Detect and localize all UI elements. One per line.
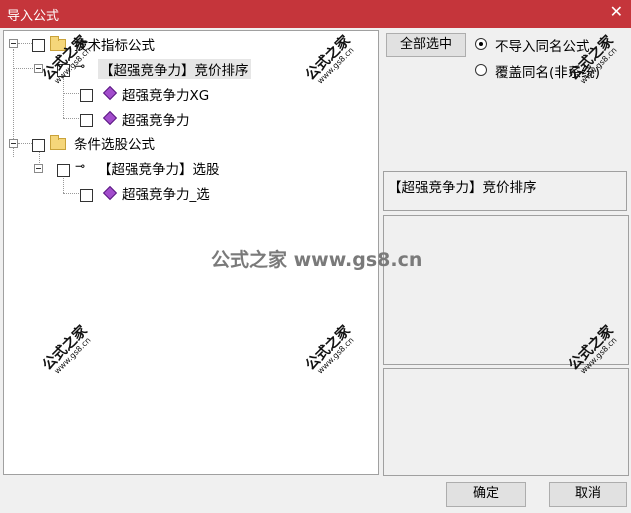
checkbox[interactable] [80,189,93,202]
tree-line [63,75,64,118]
selected-formula-name: 【超强竞争力】竞价排序 [388,180,537,196]
formula-icon [102,110,118,126]
tree-item-label[interactable]: 【超强竞争力】选股 [98,158,220,178]
collapse-icon[interactable] [34,164,43,173]
tree-line [63,93,79,94]
formula-icon [102,85,118,101]
info-panel: 【超强竞争力】竞价排序 [383,171,627,211]
ok-button[interactable]: 确定 [446,482,526,507]
title-bar: 导入公式 ✕ [0,0,631,28]
checkbox[interactable] [80,89,93,102]
tree-item-label[interactable]: 条件选股公式 [74,133,155,153]
tree-item-label[interactable]: 超强竞争力_选 [122,183,210,203]
select-all-button[interactable]: 全部选中 [386,33,466,57]
tree-item-label[interactable]: 【超强竞争力】竞价排序 [98,59,251,79]
radio-no-import-same[interactable] [475,38,487,50]
formula-icon [102,185,118,201]
close-icon[interactable]: ✕ [610,2,623,21]
tree-line [13,68,33,69]
folder-icon [50,135,66,150]
checkbox[interactable] [32,139,45,152]
radio-overwrite-same[interactable] [475,64,487,76]
tree-item-label[interactable]: 超强竞争力XG [122,84,209,104]
key-icon: ⊸ [75,159,86,173]
collapse-icon[interactable] [9,39,18,48]
tree-item-label[interactable]: 超强竞争力 [122,109,190,129]
cancel-button[interactable]: 取消 [549,482,627,507]
checkbox[interactable] [57,164,70,177]
radio-label[interactable]: 不导入同名公式 [495,35,590,55]
checkbox[interactable] [32,39,45,52]
checkbox[interactable] [80,114,93,127]
collapse-icon[interactable] [9,139,18,148]
detail-panel [383,368,629,476]
tree-line [63,118,79,119]
watermark-text: 公式之家 www.gs8.cn [211,249,423,271]
tree-line [63,175,64,193]
tree-line [63,193,79,194]
window-title: 导入公式 [7,9,60,24]
